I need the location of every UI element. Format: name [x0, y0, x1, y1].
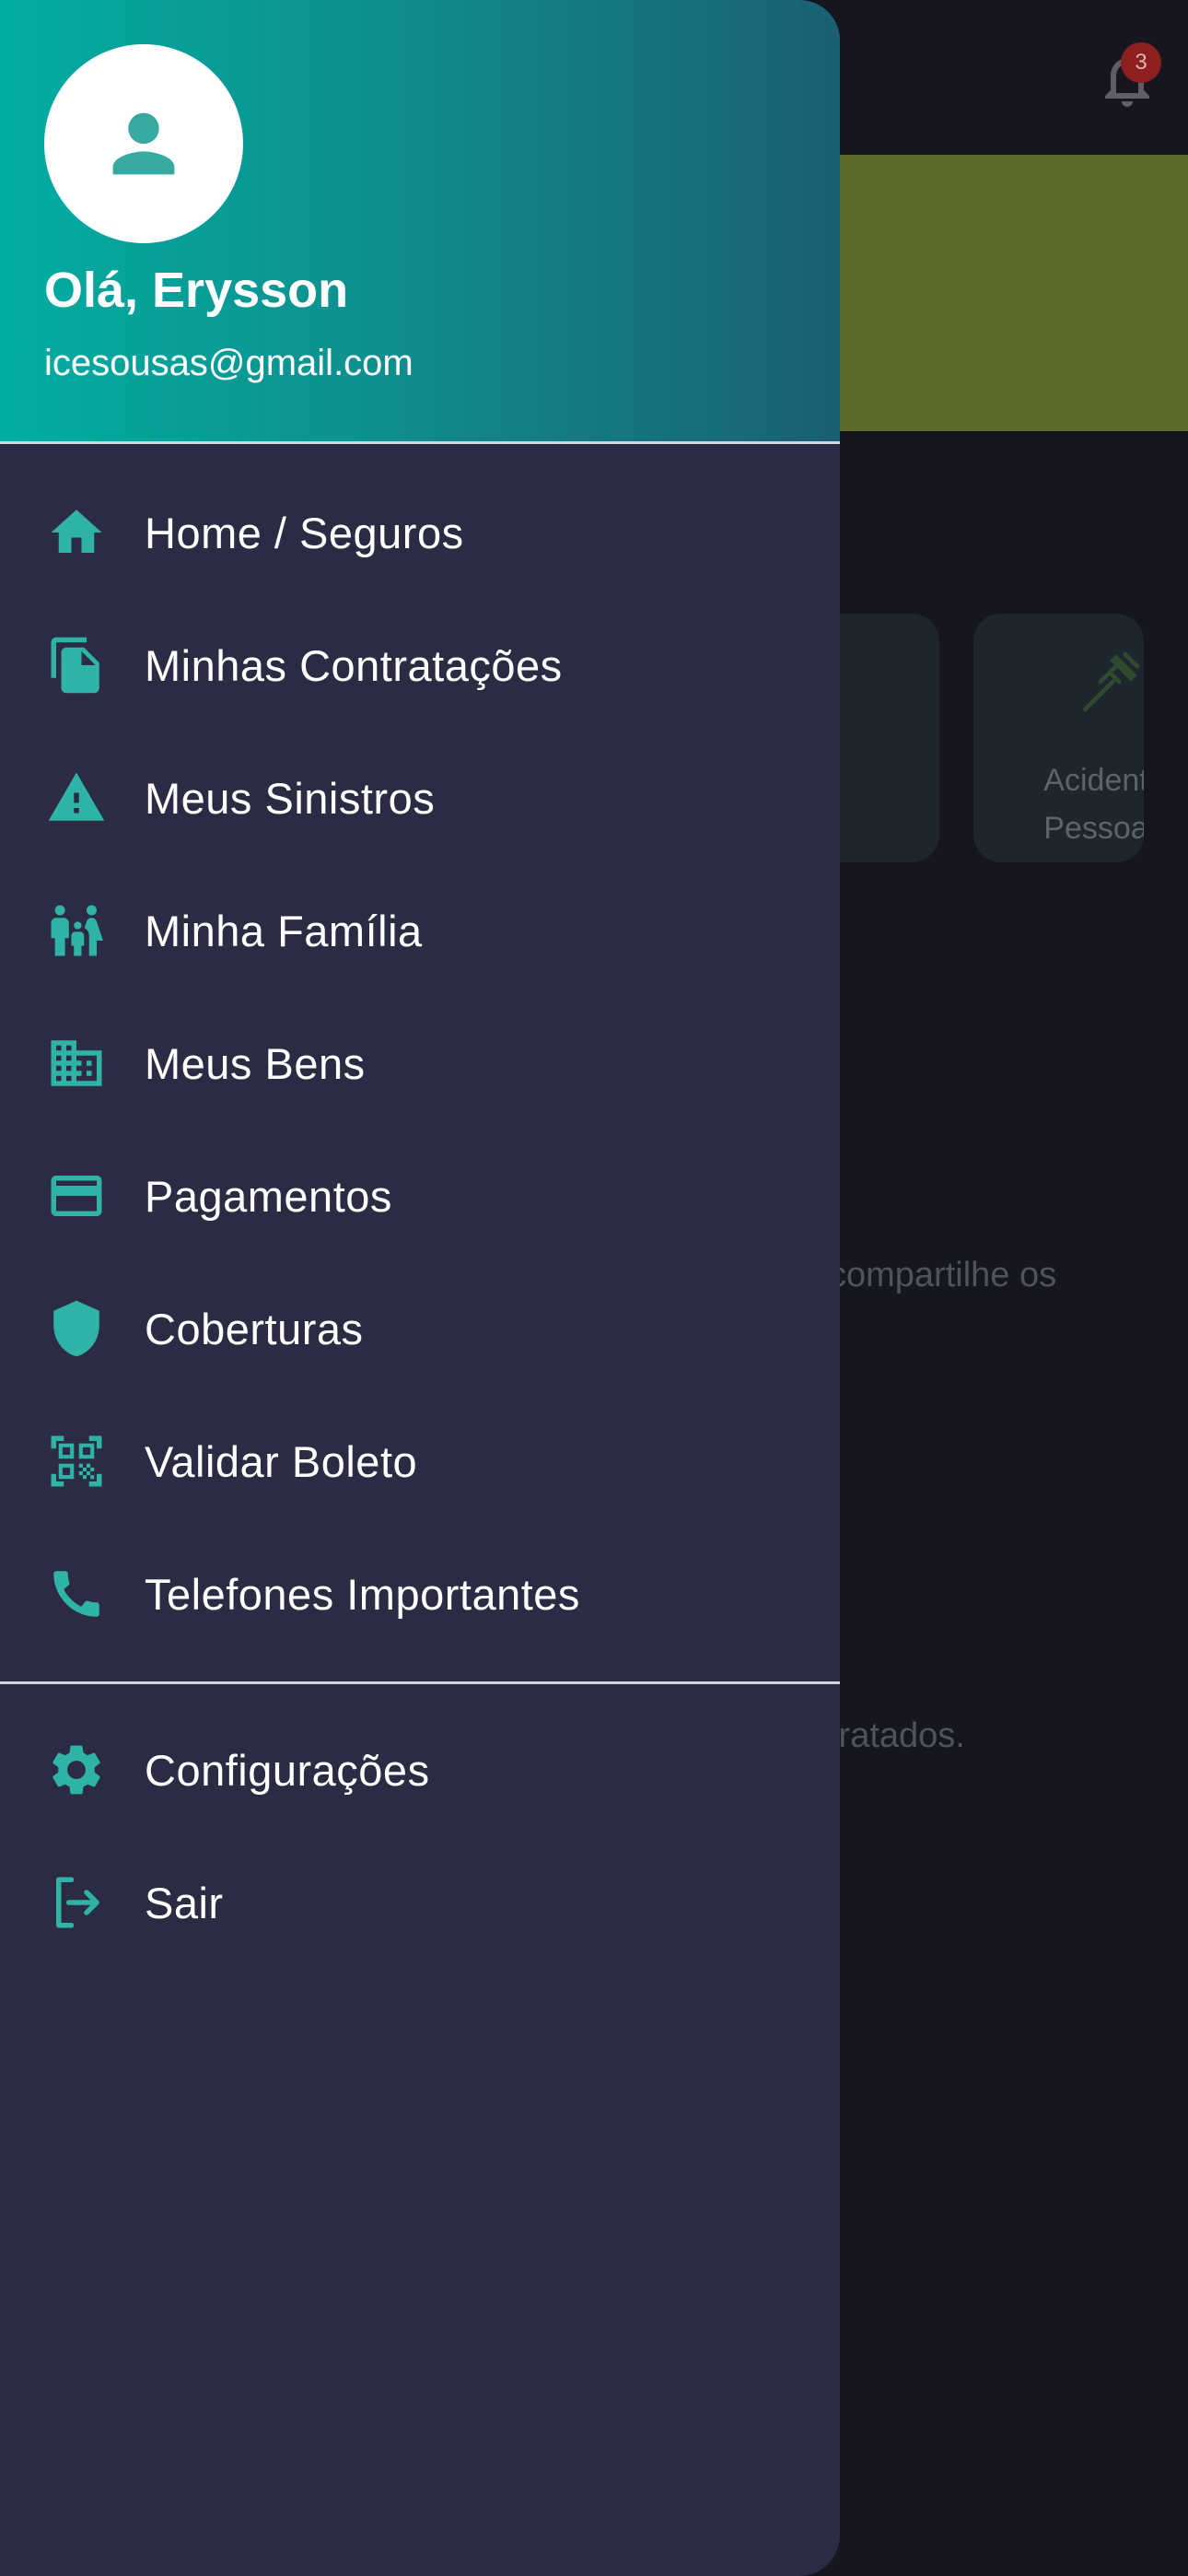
- menu-item-meus-sinistros[interactable]: Meus Sinistros: [0, 747, 840, 849]
- menu-label: Pagamentos: [145, 1171, 392, 1221]
- documents-icon: [46, 635, 107, 696]
- logout-icon: [46, 1872, 107, 1933]
- drawer-header: Olá, Erysson icesousas@gmail.com: [0, 0, 840, 442]
- menu-item-configuracoes[interactable]: Configurações: [0, 1719, 840, 1821]
- menu-label: Minha Família: [145, 906, 423, 955]
- menu-item-telefones-importantes[interactable]: Telefones Importantes: [0, 1543, 840, 1645]
- menu-item-coberturas[interactable]: Coberturas: [0, 1278, 840, 1379]
- background-text-1: compartilhe os: [829, 1256, 1057, 1294]
- home-icon: [46, 502, 107, 563]
- app-screen: 3 Acident Pessoa compartilhe os tratados…: [0, 0, 1188, 2576]
- background-text-2: tratados.: [829, 1716, 965, 1755]
- menu-label: Coberturas: [145, 1304, 364, 1353]
- gear-icon: [46, 1739, 107, 1800]
- crutch-icon: [1083, 651, 1140, 712]
- menu-item-pagamentos[interactable]: Pagamentos: [0, 1145, 840, 1247]
- header-divider: [0, 441, 840, 444]
- user-greeting: Olá, Erysson: [44, 263, 349, 318]
- person-icon: [112, 112, 175, 175]
- promo-banner[interactable]: [810, 155, 1188, 431]
- avatar[interactable]: [44, 44, 243, 243]
- family-icon: [46, 900, 107, 961]
- menu-label: Minhas Contratações: [145, 640, 563, 690]
- menu-label: Configurações: [145, 1745, 430, 1795]
- menu-label: Meus Bens: [145, 1038, 366, 1088]
- warning-icon: [46, 767, 107, 828]
- credit-card-icon: [46, 1165, 107, 1226]
- menu-item-minha-familia[interactable]: Minha Família: [0, 880, 840, 981]
- menu-label: Home / Seguros: [145, 508, 464, 557]
- user-email: icesousas@gmail.com: [44, 343, 413, 383]
- building-icon: [46, 1033, 107, 1094]
- menu-item-minhas-contratacoes[interactable]: Minhas Contratações: [0, 615, 840, 716]
- menu-item-validar-boleto[interactable]: Validar Boleto: [0, 1411, 840, 1512]
- navigation-drawer: Olá, Erysson icesousas@gmail.com Home / …: [0, 0, 840, 2576]
- menu-label: Meus Sinistros: [145, 773, 436, 823]
- qr-code-icon: [46, 1431, 107, 1492]
- phone-icon: [46, 1563, 107, 1624]
- menu-item-home-seguros[interactable]: Home / Seguros: [0, 482, 840, 583]
- menu-divider: [0, 1681, 840, 1684]
- menu-label: Telefones Importantes: [145, 1569, 580, 1619]
- menu-label: Validar Boleto: [145, 1436, 418, 1486]
- menu-label: Sair: [145, 1878, 224, 1927]
- notification-badge: 3: [1121, 42, 1161, 83]
- menu-item-sair[interactable]: Sair: [0, 1852, 840, 1953]
- shield-icon: [46, 1298, 107, 1359]
- menu-item-meus-bens[interactable]: Meus Bens: [0, 1013, 840, 1114]
